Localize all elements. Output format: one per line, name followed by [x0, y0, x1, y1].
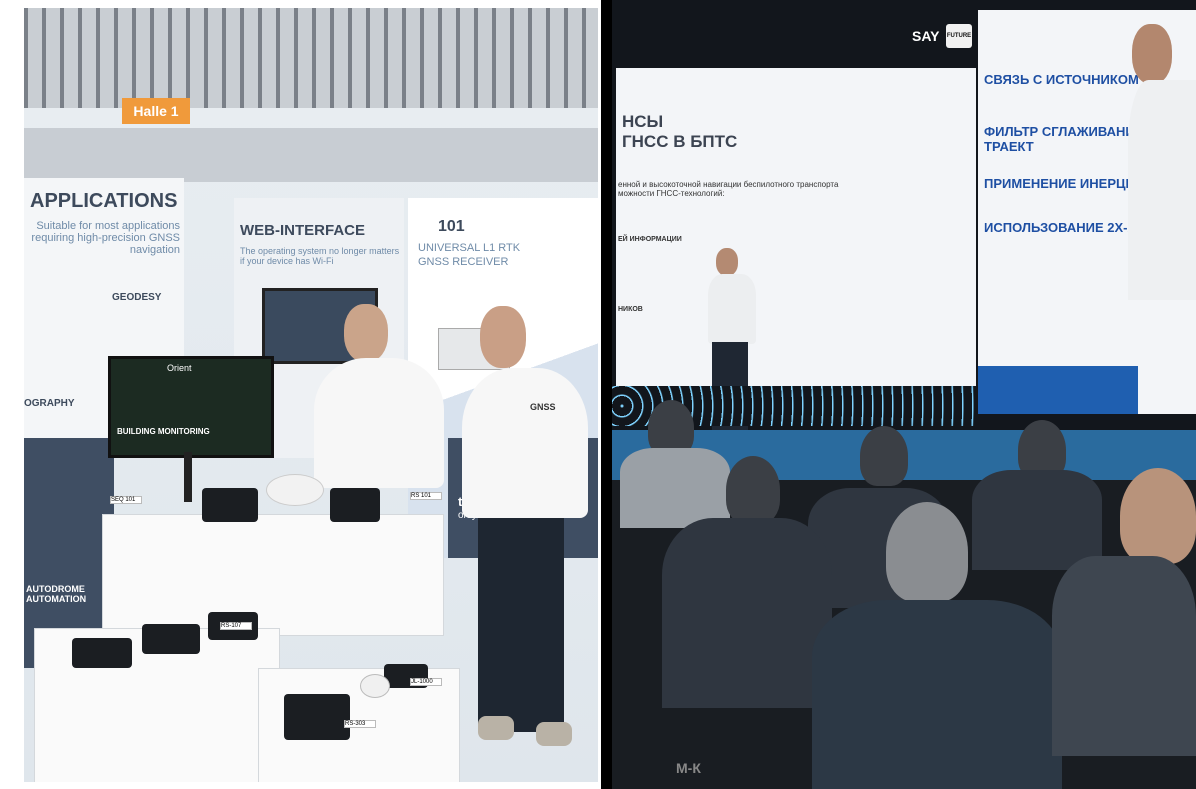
slide-point: СВЯЗЬ С ИСТОЧНИКОМ КО: [984, 72, 1161, 87]
product-line1: UNIVERSAL L1 RTK: [418, 242, 521, 254]
slide-body: енной и высокоточной навигации беспилотн…: [618, 180, 839, 198]
device-label: SEQ 101: [110, 496, 142, 504]
monitor-brand: Orient: [167, 363, 192, 373]
product-line2: GNSS RECEIVER: [418, 256, 509, 268]
monitor-stand: [184, 452, 192, 502]
gnss-receiver: [72, 638, 132, 668]
gnss-antenna: [360, 674, 390, 698]
gnss-receiver: [284, 694, 350, 740]
applications-subtitle: Suitable for most applications requiring…: [31, 220, 180, 256]
person-right-head: [480, 306, 526, 368]
right-sneaker: [536, 722, 572, 746]
audience-head: [886, 502, 968, 602]
person-right-jeans: [478, 518, 564, 732]
slide-blue-bar: [978, 366, 1138, 414]
booth-scene: Halle 1 APPLICATIONS Suitable for most a…: [24, 8, 598, 782]
person-right-shirt: [462, 368, 588, 518]
slide-title-line1: НСЫ: [622, 112, 664, 131]
audience-head: [860, 426, 908, 486]
slide-bullet: ЕЙ ИНФОРМАЦИИ: [618, 236, 682, 243]
booth-header-beam: [24, 128, 598, 182]
event-brand-mark: FUTURE: [946, 24, 972, 48]
monitor-caption: BUILDING MONITORING: [117, 427, 210, 436]
gnss-antenna: [266, 474, 324, 506]
slide-bullet: НИКОВ: [618, 306, 643, 313]
speaker-head: [1132, 24, 1172, 84]
ceiling-truss: [24, 8, 598, 108]
gnss-receiver: [330, 488, 380, 522]
shirt-logo: GNSS: [530, 402, 556, 412]
slide-title-line2: ГНСС В БПТС: [622, 132, 738, 151]
device-label: RS 101: [410, 492, 442, 500]
person-left-head: [344, 304, 388, 362]
application-geodesy: GEODESY: [112, 292, 162, 303]
application-hydrography: OGRAPHY: [24, 398, 75, 409]
display-monitor: Orient BUILDING MONITORING: [108, 356, 274, 458]
audience-body: [1052, 556, 1196, 756]
presenter-head: [716, 248, 738, 276]
web-interface-title: WEB-INTERFACE: [240, 222, 365, 239]
web-interface-subtitle: The operating system no longer matters i…: [240, 246, 400, 266]
gnss-receiver: [202, 488, 258, 522]
application-autodrome: AUTODROME AUTOMATION: [26, 584, 87, 604]
presenter-shirt: [708, 274, 756, 344]
device-label: JL-1000: [410, 678, 442, 686]
audience-body: [662, 518, 832, 708]
audience-body: [972, 470, 1102, 570]
left-slide: НСЫ ГНСС В БПТС енной и высокоточной нав…: [616, 68, 976, 386]
booth-photo: Halle 1 APPLICATIONS Suitable for most a…: [0, 0, 601, 789]
hall-sign: Halle 1: [122, 98, 190, 124]
left-sneaker: [478, 716, 514, 740]
gnss-receiver: [142, 624, 200, 654]
event-brand: SAY: [912, 28, 940, 44]
audience-body: [620, 448, 730, 528]
person-left-shirt: [314, 358, 444, 488]
audience-head: [1120, 468, 1196, 564]
device-label: RS-107: [220, 622, 252, 630]
conference-photo: НСЫ ГНСС В БПТС енной и высокоточной нав…: [612, 0, 1196, 789]
slide-point: ИСПОЛЬЗОВАНИЕ 2Х-А: [984, 220, 1137, 235]
floor-mark: М-К: [676, 760, 701, 776]
audience-body: [812, 600, 1062, 789]
audience-head: [726, 456, 780, 524]
display-table-top: [102, 514, 444, 636]
speaker-shirt: [1128, 80, 1196, 300]
device-label: RS-303: [344, 720, 376, 728]
product-model: 101: [438, 218, 465, 235]
applications-title: APPLICATIONS: [30, 190, 178, 212]
